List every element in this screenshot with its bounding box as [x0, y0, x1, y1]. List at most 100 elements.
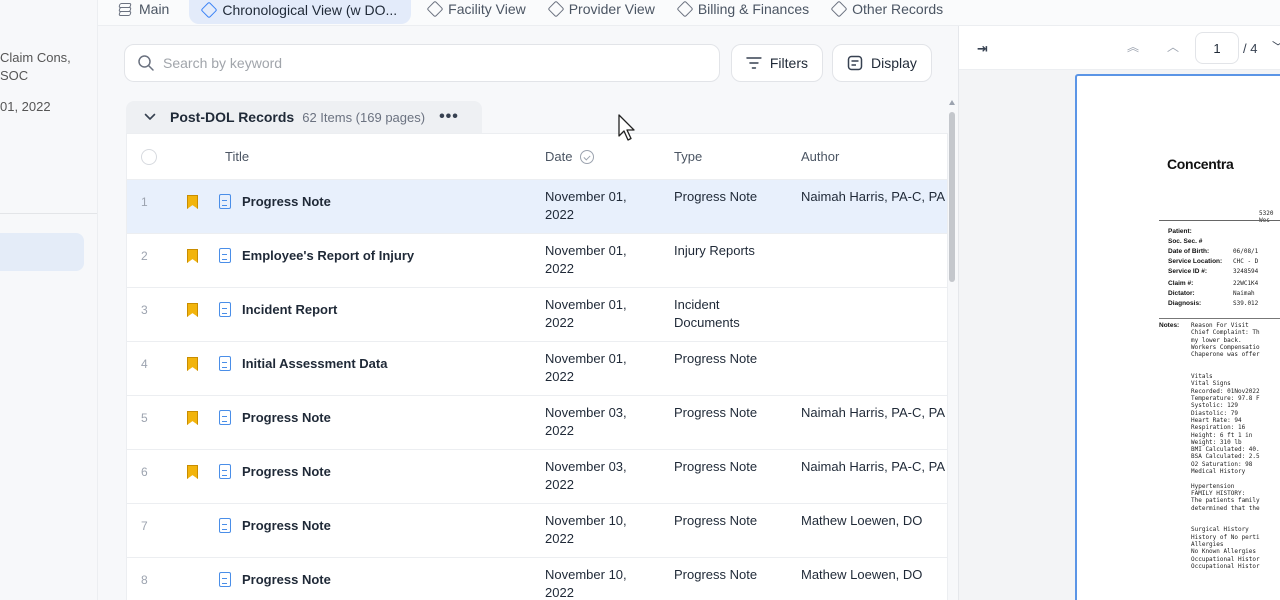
row-title[interactable]: Initial Assessment Data [242, 356, 387, 371]
document-rule [1159, 318, 1280, 319]
document-notes-line: Vitals [1191, 373, 1213, 381]
left-pane-active-item[interactable] [0, 233, 84, 271]
row-type: Progress Note [674, 512, 784, 530]
tab-main[interactable]: Main [106, 0, 181, 21]
layers-icon [118, 2, 132, 16]
document-field-value: 22WC1K4 [1233, 280, 1259, 287]
next-page-icon[interactable]: ﹀ [1272, 38, 1280, 55]
table-row[interactable]: 5 Progress Note November 03, 2022 Progress N… [127, 396, 947, 450]
row-number: 2 [141, 249, 148, 263]
row-title[interactable]: Progress Note [242, 464, 331, 479]
row-date-line: 2022 [545, 207, 574, 222]
more-options-icon[interactable]: ••• [439, 108, 459, 126]
row-type-line: Incident [674, 297, 720, 312]
document-notes-line: History of No perti [1191, 533, 1260, 541]
row-title[interactable]: Progress Note [242, 194, 331, 209]
bookmark-icon[interactable] [187, 303, 198, 317]
table-row[interactable]: 1 Progress Note November 01, 2022 Progress N… [127, 180, 947, 234]
row-date-line: November 10, [545, 513, 627, 528]
collapse-panel-icon[interactable]: ⇥ [977, 41, 988, 57]
document-notes-line: Heart Rate: 94 [1191, 416, 1242, 424]
filters-button[interactable]: Filters [731, 44, 823, 82]
scroll-up-arrow-icon[interactable] [949, 100, 955, 105]
row-date-line: November 03, [545, 459, 627, 474]
left-pane-line: SOC [0, 68, 29, 83]
page-number-input[interactable]: 1 [1195, 32, 1239, 64]
document-notes-line: Workers Compensatio [1191, 343, 1260, 351]
tab-facility-view[interactable]: Facility View [417, 0, 538, 21]
document-notes-line: Diastolic: 79 [1191, 409, 1238, 417]
table-row[interactable]: 6 Progress Note November 03, 2022 Progress N… [127, 450, 947, 504]
diamond-icon [676, 0, 694, 17]
bookmark-icon[interactable] [187, 411, 198, 425]
document-notes-line: No Known Allergies [1191, 548, 1257, 556]
row-date: November 01, 2022 [545, 350, 655, 386]
row-date: November 03, 2022 [545, 404, 655, 440]
row-type: Incident Documents [674, 296, 784, 332]
row-date-line: November 01, [545, 297, 627, 312]
select-all-checkbox[interactable] [141, 148, 157, 165]
tab-other-records[interactable]: Other Records [821, 0, 955, 21]
table-scrollbar[interactable] [948, 100, 956, 600]
document-notes-line: Vital Signs [1191, 380, 1231, 388]
document-icon [219, 464, 231, 479]
column-header-title[interactable]: Title [225, 149, 249, 164]
column-header-author[interactable]: Author [801, 149, 839, 164]
bookmark-icon[interactable] [187, 249, 198, 263]
row-title[interactable]: Incident Report [242, 302, 337, 317]
row-type-line: Documents [674, 315, 740, 330]
row-date-line: November 01, [545, 189, 627, 204]
document-notes-line: my lower back. [1191, 336, 1242, 344]
document-field-value: CHC - D [1233, 258, 1259, 265]
document-brand-logo: Concentra [1167, 156, 1234, 172]
row-title[interactable]: Employee's Report of Injury [242, 248, 414, 263]
row-title[interactable]: Progress Note [242, 518, 331, 533]
document-notes-line: Hypertension [1191, 482, 1235, 490]
display-button[interactable]: Display [832, 44, 932, 82]
bookmark-icon[interactable] [187, 465, 198, 479]
row-type: Progress Note [674, 458, 784, 476]
search-input[interactable] [163, 55, 703, 71]
table-row[interactable]: 2 Employee's Report of Injury November 01,… [127, 234, 947, 288]
document-notes-line: FAMILY HISTORY: [1191, 489, 1246, 497]
document-page-thumbnail[interactable]: Concentra 5320 Wes Patient: Soc. Sec. # Da… [1075, 74, 1280, 600]
bookmark-icon[interactable] [187, 195, 198, 209]
tab-provider-view[interactable]: Provider View [538, 0, 667, 21]
row-number: 8 [141, 573, 148, 587]
tab-label: Billing & Finances [697, 0, 810, 17]
previous-page-icon[interactable]: ︿ [1167, 38, 1179, 55]
tab-label: Provider View [568, 0, 655, 17]
document-field-label: Dictator: [1168, 290, 1195, 297]
tab-billing-finances[interactable]: Billing & Finances [667, 0, 821, 21]
row-title[interactable]: Progress Note [242, 572, 331, 587]
row-type: Injury Reports [674, 242, 784, 260]
sort-descending-icon[interactable] [580, 149, 595, 164]
table-row[interactable]: 8 Progress Note November 10, 2022 Progress N… [127, 558, 947, 600]
scrollbar-thumb[interactable] [949, 112, 955, 282]
row-date-line: November 03, [545, 405, 627, 420]
table-row[interactable]: 4 Initial Assessment Data November 01, 2022… [127, 342, 947, 396]
bookmark-icon[interactable] [187, 357, 198, 371]
column-header-date[interactable]: Date [545, 149, 595, 164]
mouse-cursor-icon [618, 114, 635, 141]
first-page-icon[interactable]: ︽ [1127, 38, 1139, 55]
tab-chronological-view[interactable]: Chronological View (w DO... [189, 0, 412, 24]
row-type-line: Progress Note [674, 351, 758, 366]
document-notes-line: O2 Saturation: 98 [1191, 460, 1253, 468]
table-row[interactable]: 7 Progress Note November 10, 2022 Progress N… [127, 504, 947, 558]
row-author: Naimah Harris, PA-C, PA [801, 459, 945, 474]
row-date: November 01, 2022 [545, 188, 655, 224]
row-title[interactable]: Progress Note [242, 410, 331, 425]
document-notes-line: The patients family [1191, 497, 1260, 505]
document-field-label: Date of Birth: [1168, 248, 1210, 255]
column-header-type[interactable]: Type [674, 149, 702, 164]
record-group-header[interactable]: Post-DOL Records 62 Items (169 pages) ••… [126, 101, 482, 133]
row-date-line: 2022 [545, 531, 574, 546]
tab-label: Main [139, 0, 170, 17]
document-notes-line: Systolic: 129 [1191, 402, 1238, 410]
chevron-down-icon[interactable] [144, 113, 156, 121]
table-row[interactable]: 3 Incident Report November 01, 2022 Incident… [127, 288, 947, 342]
document-icon [219, 248, 231, 263]
tab-label: Chronological View (w DO... [222, 1, 398, 18]
document-notes-line: Occupational Histor [1191, 555, 1260, 563]
